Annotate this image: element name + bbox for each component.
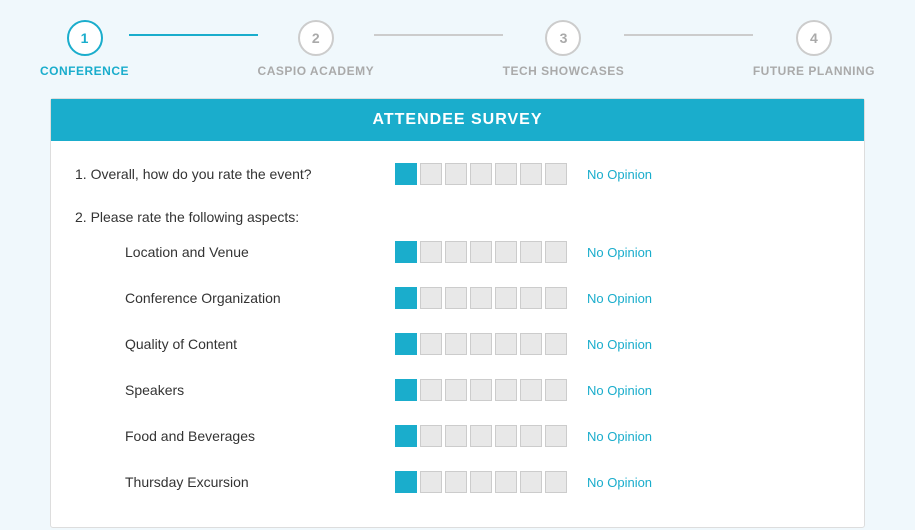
q2-food-box-6[interactable] (520, 425, 542, 447)
q2-excursion-rating[interactable] (395, 471, 567, 493)
q2-content-box-6[interactable] (520, 333, 542, 355)
q2-content-box-4[interactable] (470, 333, 492, 355)
q2-excursion-box-4[interactable] (470, 471, 492, 493)
q2-food-no-opinion[interactable]: No Opinion (587, 429, 652, 444)
step-label-3: TECH SHOWCASES (503, 64, 625, 78)
step-label-4: FUTURE PLANNING (753, 64, 875, 78)
q1-box-3[interactable] (445, 163, 467, 185)
q2-speakers-box-1[interactable] (395, 379, 417, 401)
q2-org-no-opinion[interactable]: No Opinion (587, 291, 652, 306)
q2-excursion-no-opinion[interactable]: No Opinion (587, 475, 652, 490)
q2-excursion-box-3[interactable] (445, 471, 467, 493)
q1-no-opinion[interactable]: No Opinion (587, 167, 652, 182)
q2-excursion-box-5[interactable] (495, 471, 517, 493)
step-circle-3: 3 (545, 20, 581, 56)
q2-content-box-2[interactable] (420, 333, 442, 355)
q2-content-rating[interactable] (395, 333, 567, 355)
step-3[interactable]: 3 TECH SHOWCASES (503, 20, 625, 78)
q2-content-box-3[interactable] (445, 333, 467, 355)
question-row-q2-content: Quality of Content No Opinion (75, 327, 840, 361)
q2-food-box-7[interactable] (545, 425, 567, 447)
q2-content-box-7[interactable] (545, 333, 567, 355)
q2-org-text: Conference Organization (75, 290, 395, 306)
q2-food-box-1[interactable] (395, 425, 417, 447)
q2-speakers-box-5[interactable] (495, 379, 517, 401)
step-circle-2: 2 (298, 20, 334, 56)
stepper: 1 CONFERENCE 2 CASPIO ACADEMY 3 TECH SHO… (0, 0, 915, 88)
q1-rating[interactable] (395, 163, 567, 185)
q1-box-4[interactable] (470, 163, 492, 185)
q2-org-box-2[interactable] (420, 287, 442, 309)
step-circle-1: 1 (67, 20, 103, 56)
q2-org-box-7[interactable] (545, 287, 567, 309)
step-line-3 (624, 34, 753, 36)
question-row-q2-location: Location and Venue No Opinion (75, 235, 840, 269)
question-row-q2-header: 2. Please rate the following aspects: (75, 203, 840, 231)
q1-box-7[interactable] (545, 163, 567, 185)
q2-speakers-box-6[interactable] (520, 379, 542, 401)
q1-box-1[interactable] (395, 163, 417, 185)
step-1[interactable]: 1 CONFERENCE (40, 20, 129, 78)
q1-box-2[interactable] (420, 163, 442, 185)
q2-content-text: Quality of Content (75, 336, 395, 352)
q2-location-rating[interactable] (395, 241, 567, 263)
step-label-2: CASPIO ACADEMY (258, 64, 375, 78)
q2-location-box-6[interactable] (520, 241, 542, 263)
q2-location-text: Location and Venue (75, 244, 395, 260)
step-circle-4: 4 (796, 20, 832, 56)
survey-header: ATTENDEE SURVEY (51, 99, 864, 141)
q2-location-box-3[interactable] (445, 241, 467, 263)
q2-speakers-rating[interactable] (395, 379, 567, 401)
q2-food-box-3[interactable] (445, 425, 467, 447)
step-label-1: CONFERENCE (40, 64, 129, 78)
q1-box-6[interactable] (520, 163, 542, 185)
q2-speakers-no-opinion[interactable]: No Opinion (587, 383, 652, 398)
q2-org-box-6[interactable] (520, 287, 542, 309)
step-2[interactable]: 2 CASPIO ACADEMY (258, 20, 375, 78)
q2-content-box-5[interactable] (495, 333, 517, 355)
question-row-q1: 1. Overall, how do you rate the event? N… (75, 157, 840, 191)
q2-location-box-4[interactable] (470, 241, 492, 263)
step-line-1 (129, 34, 258, 36)
q2-excursion-box-6[interactable] (520, 471, 542, 493)
q2-location-box-5[interactable] (495, 241, 517, 263)
q2-location-box-1[interactable] (395, 241, 417, 263)
q2-speakers-text: Speakers (75, 382, 395, 398)
q2-food-box-5[interactable] (495, 425, 517, 447)
q2-food-text: Food and Beverages (75, 428, 395, 444)
q1-box-5[interactable] (495, 163, 517, 185)
step-line-2 (374, 34, 503, 36)
question-row-q2-excursion: Thursday Excursion No Opinion (75, 465, 840, 499)
q2-header-text: 2. Please rate the following aspects: (75, 209, 395, 225)
q2-speakers-box-7[interactable] (545, 379, 567, 401)
q2-speakers-box-3[interactable] (445, 379, 467, 401)
q2-food-rating[interactable] (395, 425, 567, 447)
q2-location-box-7[interactable] (545, 241, 567, 263)
q2-excursion-text: Thursday Excursion (75, 474, 395, 490)
q2-speakers-box-4[interactable] (470, 379, 492, 401)
question-row-q2-food: Food and Beverages No Opinion (75, 419, 840, 453)
q2-org-box-1[interactable] (395, 287, 417, 309)
q2-org-box-3[interactable] (445, 287, 467, 309)
step-4[interactable]: 4 FUTURE PLANNING (753, 20, 875, 78)
q2-excursion-box-1[interactable] (395, 471, 417, 493)
q2-content-box-1[interactable] (395, 333, 417, 355)
q2-org-box-5[interactable] (495, 287, 517, 309)
question-row-q2-org: Conference Organization No Opinion (75, 281, 840, 315)
survey-body: 1. Overall, how do you rate the event? N… (51, 141, 864, 527)
survey-container: ATTENDEE SURVEY 1. Overall, how do you r… (50, 98, 865, 528)
q2-content-no-opinion[interactable]: No Opinion (587, 337, 652, 352)
q2-location-no-opinion[interactable]: No Opinion (587, 245, 652, 260)
q2-speakers-box-2[interactable] (420, 379, 442, 401)
q2-food-box-2[interactable] (420, 425, 442, 447)
q2-excursion-box-7[interactable] (545, 471, 567, 493)
q2-location-box-2[interactable] (420, 241, 442, 263)
q2-org-rating[interactable] (395, 287, 567, 309)
q1-text: 1. Overall, how do you rate the event? (75, 166, 395, 182)
question-row-q2-speakers: Speakers No Opinion (75, 373, 840, 407)
q2-food-box-4[interactable] (470, 425, 492, 447)
q2-org-box-4[interactable] (470, 287, 492, 309)
q2-excursion-box-2[interactable] (420, 471, 442, 493)
